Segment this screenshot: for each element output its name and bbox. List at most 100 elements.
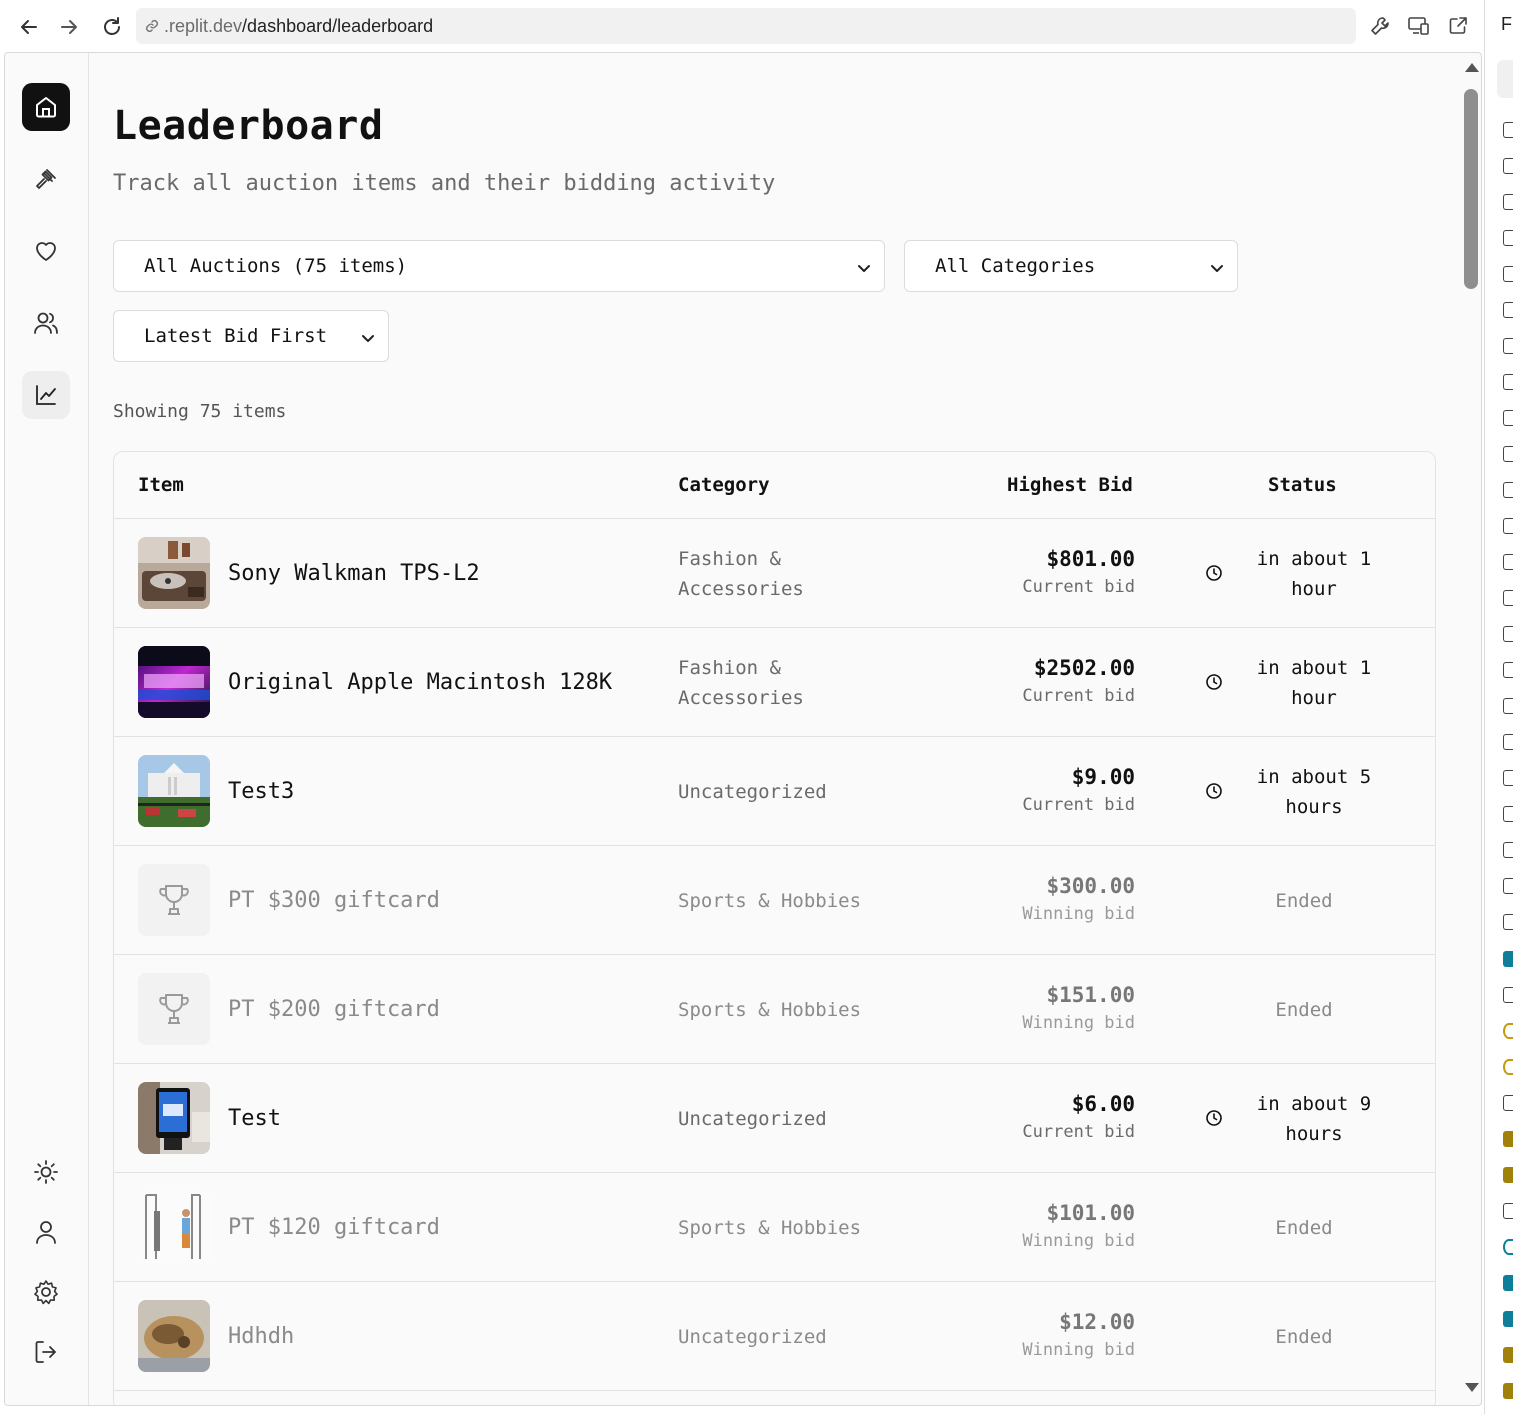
file-icon[interactable] — [1503, 158, 1513, 174]
page-scrollbar[interactable] — [1461, 53, 1481, 1405]
file-icon[interactable] — [1503, 987, 1513, 1003]
file-icon[interactable] — [1503, 518, 1513, 534]
item-name[interactable]: Test3 — [228, 737, 294, 846]
table-row[interactable]: Original Apple Macintosh 128K Fashion & … — [114, 628, 1435, 737]
file-icon[interactable] — [1503, 662, 1513, 678]
bid-amount: $9.00 — [1071, 765, 1135, 789]
app-icon[interactable] — [1503, 1275, 1513, 1291]
file-icon[interactable] — [1503, 914, 1513, 930]
item-status: Ended — [1275, 998, 1333, 1021]
external-link-icon[interactable] — [1444, 12, 1472, 40]
table-row[interactable]: PT $200 giftcard Sports & Hobbies $151.0… — [114, 955, 1435, 1064]
bid-label: Winning bid — [1022, 1013, 1135, 1033]
table-row[interactable]: Test Uncategorized $6.00 Current bid in … — [114, 1064, 1435, 1173]
app-icon[interactable] — [1503, 1023, 1513, 1039]
bid-label: Winning bid — [1022, 1231, 1135, 1251]
file-icon[interactable] — [1503, 590, 1513, 606]
item-category: Uncategorized — [678, 1325, 827, 1348]
table-row[interactable]: PT $300 giftcard Sports & Hobbies $300.0… — [114, 846, 1435, 955]
file-icon[interactable] — [1503, 806, 1513, 822]
file-icon[interactable] — [1503, 302, 1513, 318]
item-name[interactable]: Sony Walkman TPS-L2 — [228, 519, 480, 628]
logout-icon[interactable] — [22, 1328, 70, 1376]
forward-arrow-icon[interactable] — [54, 12, 84, 42]
gear-icon[interactable] — [22, 1268, 70, 1316]
item-status: in about 9 hours — [1256, 1092, 1372, 1145]
categories-filter-select[interactable]: All Categories — [904, 240, 1238, 292]
sort-value: Latest Bid First — [144, 325, 328, 347]
sort-select[interactable]: Latest Bid First — [113, 310, 389, 362]
table-row[interactable]: PT $120 giftcard Sports & Hobbies $101.0… — [114, 1173, 1435, 1282]
table-row[interactable]: Test3 Uncategorized $9.00 Current bid in… — [114, 737, 1435, 846]
address-bar[interactable]: .replit.dev/dashboard/leaderboard — [136, 8, 1356, 44]
file-icon[interactable] — [1503, 122, 1513, 138]
item-thumbnail — [138, 1300, 210, 1372]
table-row[interactable]: Sony Walkman TPS-L2 Fashion & Accessorie… — [114, 519, 1435, 628]
chevron-down-icon — [360, 329, 376, 351]
highest-bid: $151.00 Winning bid — [1022, 983, 1135, 1033]
bid-amount: $101.00 — [1046, 1201, 1135, 1225]
app-sidebar — [5, 53, 89, 1405]
devices-icon[interactable] — [1405, 12, 1433, 40]
chart-icon[interactable] — [22, 371, 70, 419]
file-icon[interactable] — [1503, 842, 1513, 858]
file-icon[interactable] — [1503, 446, 1513, 462]
file-icon[interactable] — [1503, 734, 1513, 750]
file-icon[interactable] — [1503, 698, 1513, 714]
sun-icon[interactable] — [22, 1148, 70, 1196]
item-name[interactable]: Hdhdh — [228, 1282, 294, 1391]
back-arrow-icon[interactable] — [14, 12, 44, 42]
home-icon[interactable] — [22, 83, 70, 131]
item-thumbnail — [138, 646, 210, 718]
file-icon[interactable] — [1503, 230, 1513, 246]
wrench-icon[interactable] — [1366, 12, 1394, 40]
item-name[interactable]: PT $200 giftcard — [228, 955, 440, 1064]
app-icon[interactable] — [1503, 1311, 1513, 1327]
auctions-filter-select[interactable]: All Auctions (75 items) — [113, 240, 885, 292]
reload-icon[interactable] — [97, 12, 127, 42]
app-icon[interactable] — [1503, 1167, 1513, 1183]
item-name[interactable]: Test — [228, 1064, 281, 1173]
app-icon[interactable] — [1503, 1347, 1513, 1363]
file-icon[interactable] — [1503, 410, 1513, 426]
scroll-up-icon[interactable] — [1465, 63, 1479, 72]
user-icon[interactable] — [22, 1208, 70, 1256]
file-icon[interactable] — [1503, 338, 1513, 354]
file-icon[interactable] — [1503, 770, 1513, 786]
scroll-thumb[interactable] — [1464, 89, 1478, 289]
showing-count: Showing 75 items — [113, 401, 287, 422]
side-panel-search[interactable] — [1497, 60, 1513, 98]
item-category: Sports & Hobbies — [678, 1216, 862, 1239]
url-path: /dashboard/leaderboard — [242, 15, 434, 36]
app-icon[interactable] — [1503, 951, 1513, 967]
file-icon[interactable] — [1503, 554, 1513, 570]
file-icon[interactable] — [1503, 878, 1513, 894]
file-icon[interactable] — [1503, 1203, 1513, 1219]
side-panel-strip: F — [1484, 0, 1513, 1414]
file-icon[interactable] — [1503, 374, 1513, 390]
item-status: in about 5 hours — [1256, 765, 1372, 818]
clock-icon — [1204, 563, 1224, 583]
bid-amount: $151.00 — [1046, 983, 1135, 1007]
app-icon[interactable] — [1503, 1239, 1513, 1255]
item-name[interactable]: PT $120 giftcard — [228, 1173, 440, 1282]
item-name[interactable]: PT $300 giftcard — [228, 846, 440, 955]
table-row[interactable]: Hdhdh Uncategorized $12.00 Winning bid E… — [114, 1282, 1435, 1391]
gavel-icon[interactable] — [22, 155, 70, 203]
trophy-icon — [138, 973, 210, 1045]
scroll-down-icon[interactable] — [1465, 1383, 1479, 1392]
file-icon[interactable] — [1503, 1095, 1513, 1111]
app-icon[interactable] — [1503, 1059, 1513, 1075]
app-icon[interactable] — [1503, 1131, 1513, 1147]
highest-bid: $12.00 Winning bid — [1022, 1310, 1135, 1360]
app-icon[interactable] — [1503, 1383, 1513, 1399]
file-icon[interactable] — [1503, 626, 1513, 642]
file-icon[interactable] — [1503, 194, 1513, 210]
file-icon[interactable] — [1503, 266, 1513, 282]
file-icon[interactable] — [1503, 482, 1513, 498]
bid-amount: $300.00 — [1046, 874, 1135, 898]
users-icon[interactable] — [22, 299, 70, 347]
heart-icon[interactable] — [22, 227, 70, 275]
item-name[interactable]: Original Apple Macintosh 128K — [228, 628, 612, 737]
clock-icon — [1204, 781, 1224, 801]
